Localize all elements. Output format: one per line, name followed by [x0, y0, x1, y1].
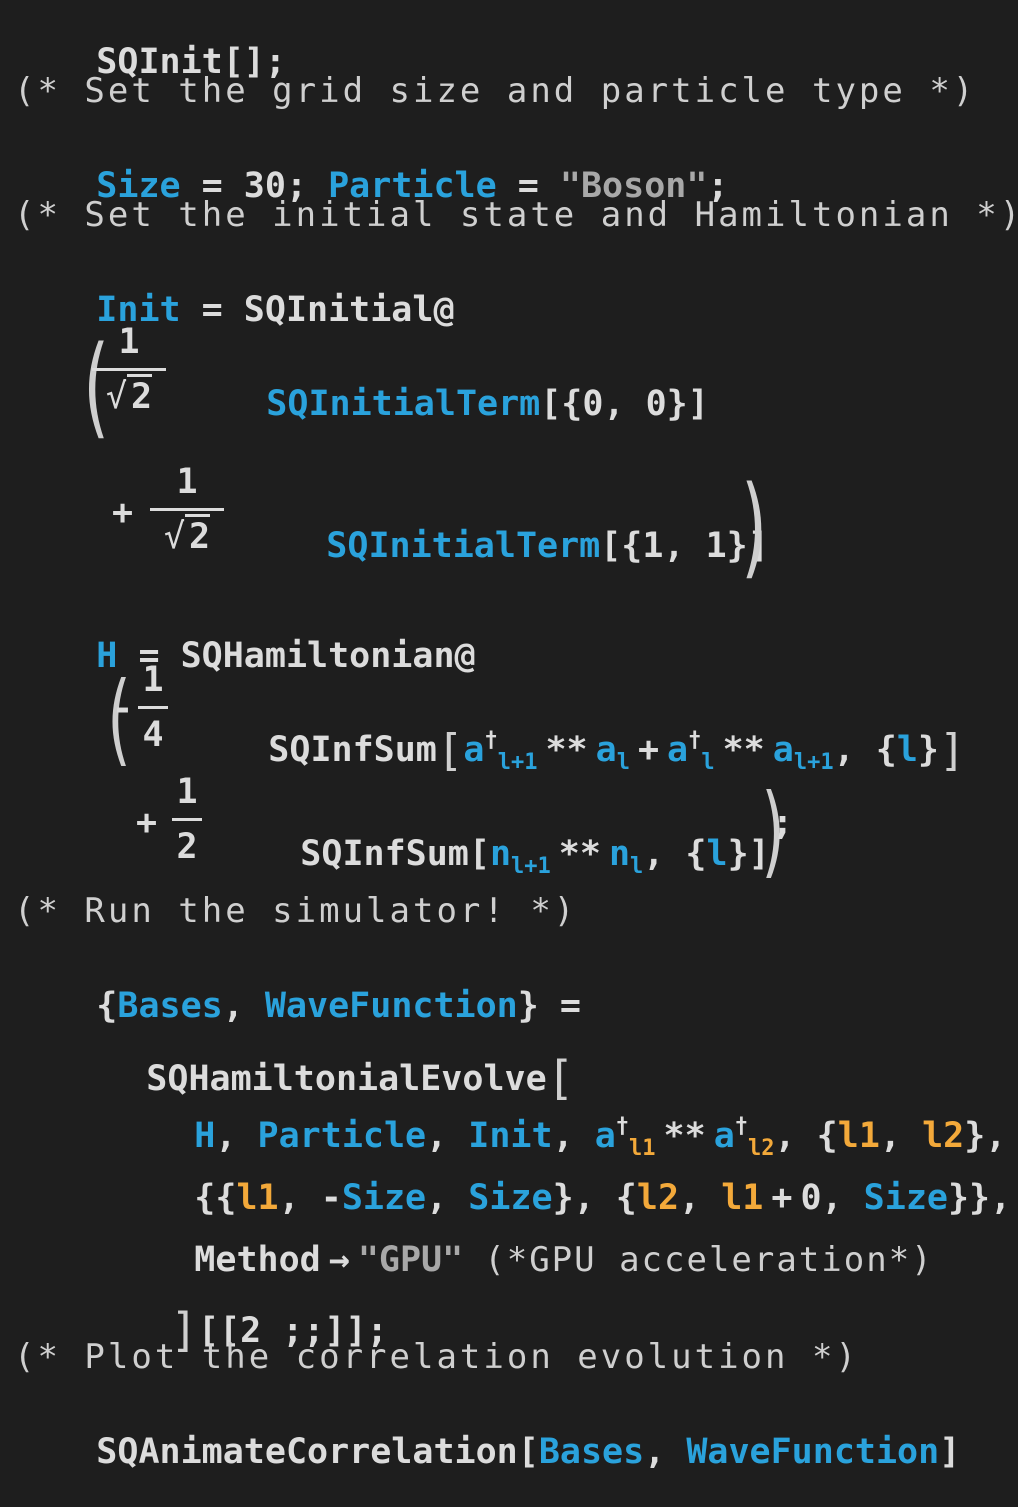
fn-animate-correlation: SQAnimateCorrelation[: [96, 1432, 539, 1472]
fn-infsum: SQInfSum: [268, 730, 437, 770]
sqhamiltonian-call: = SQHamiltonian@: [117, 636, 476, 676]
fraction-1-4: 1 4: [138, 660, 168, 755]
fraction-1-sqrt2-a: 1 √ 2: [92, 322, 166, 417]
comment-grid-size: (* Set the grid size and particle type *…: [14, 71, 977, 111]
hopping-term: SQInfSum[a†l+1 ** al + a†l ** al+1, {l}]: [268, 725, 966, 776]
fraction-1-2: 1 2: [172, 772, 202, 867]
minus-sign: -: [112, 689, 134, 729]
code-line-animate: SQAnimateCorrelation[Bases, WaveFunction…: [96, 1432, 961, 1472]
comment-plot-correlation: (* Plot the correlation evolution *): [14, 1337, 859, 1377]
paren-close-init: ): [735, 462, 775, 590]
comment-gpu: (*GPU acceleration*): [484, 1240, 934, 1280]
initial-term-2: SQInitialTerm[{1, 1}]: [242, 494, 769, 599]
sqinitial-call: = SQInitial@: [180, 290, 455, 330]
plus-sign: +: [112, 493, 134, 533]
fn-initial-term: SQInitialTerm: [266, 384, 541, 424]
code-editor[interactable]: SQInit[]; (* Set the grid size and parti…: [0, 0, 1018, 1470]
comment-run-simulator: (* Run the simulator! *): [14, 891, 578, 931]
semicolon-h: ;: [772, 803, 794, 843]
plus-sign-2: +: [136, 803, 158, 843]
fn-initial-term-2: SQInitialTerm: [326, 526, 601, 566]
fraction-1-sqrt2-b: 1 √ 2: [150, 462, 224, 557]
comment-initial-state: (* Set the initial state and Hamiltonian…: [14, 195, 1018, 235]
fn-infsum-2: SQInfSum[: [300, 834, 490, 874]
initial-term-1: SQInitialTerm[{0, 0}]: [182, 352, 709, 457]
args-0-0: [{0, 0}]: [540, 384, 709, 424]
